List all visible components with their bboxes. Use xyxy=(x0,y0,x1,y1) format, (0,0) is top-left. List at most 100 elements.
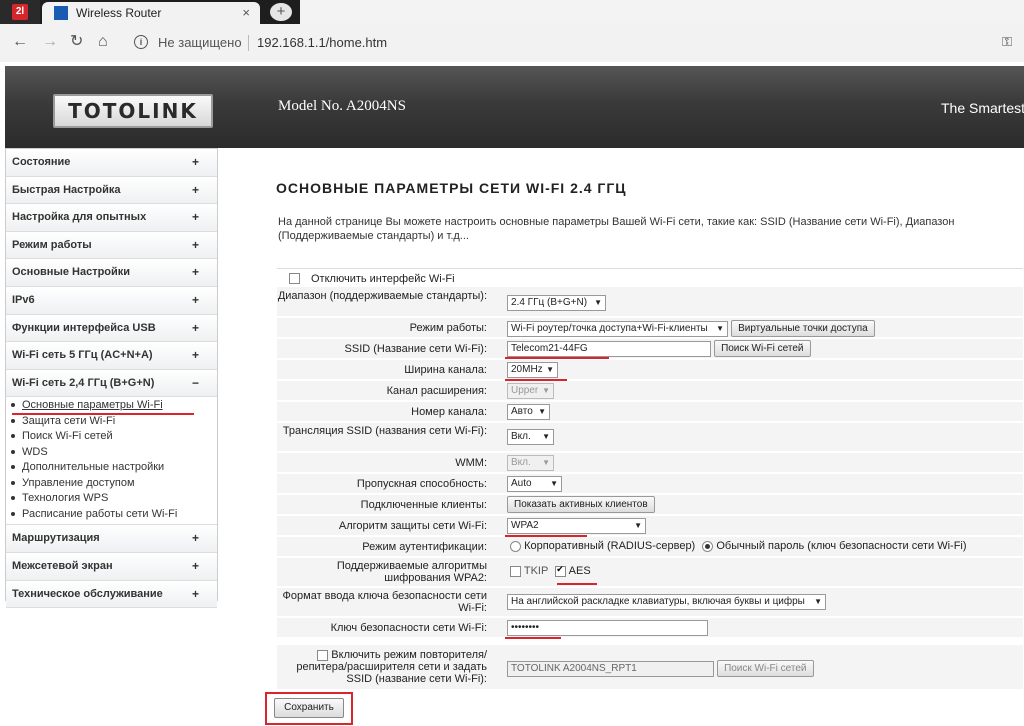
ssid-broadcast-select[interactable]: Вкл. ▼ xyxy=(507,429,554,445)
auth-enterprise-label: Корпоративный (RADIUS-сервер) xyxy=(524,540,696,552)
wmm-select[interactable]: Вкл. ▼ xyxy=(507,455,554,471)
red-annotation-underline xyxy=(557,583,597,585)
home-icon[interactable]: ⌂ xyxy=(98,34,108,50)
address-bar: ← → ↻ ⌂ i Не защищено 192.168.1.1/home.h… xyxy=(0,24,1024,63)
scan-wifi-button[interactable]: Поиск Wi-Fi сетей xyxy=(714,340,811,357)
expand-icon[interactable]: + xyxy=(192,238,199,252)
encryption-select[interactable]: WPA2 ▼ xyxy=(507,518,646,534)
save-button[interactable]: Сохранить xyxy=(274,698,344,718)
sidebar-item-maintenance[interactable]: Техническое обслуживание + xyxy=(6,580,217,609)
submenu-item-wps[interactable]: Технология WPS xyxy=(10,492,108,504)
sidebar-item-usb[interactable]: Функции интерфейса USB + xyxy=(6,314,217,343)
close-tab-icon[interactable]: × xyxy=(242,5,250,20)
active-tab[interactable]: Wireless Router × xyxy=(42,2,260,24)
encryption-value: WPA2 xyxy=(511,520,539,531)
sidebar-item-routing[interactable]: Маршрутизация + xyxy=(6,525,217,553)
wmm-label: WMM: xyxy=(455,457,487,469)
expand-icon[interactable]: + xyxy=(192,293,199,307)
sidebar-item-quick-setup[interactable]: Быстрая Настройка + xyxy=(6,176,217,205)
disable-wifi-label: Отключить интерфейс Wi-Fi xyxy=(311,273,455,285)
wifi-settings-form: Отключить интерфейс Wi-Fi Диапазон (подд… xyxy=(277,268,1023,689)
expand-icon[interactable]: + xyxy=(192,321,199,335)
row-ssid-broadcast: Трансляция SSID (названия сети Wi-Fi): В… xyxy=(277,423,1023,451)
back-icon[interactable]: ← xyxy=(12,34,28,50)
expand-icon[interactable]: + xyxy=(192,587,199,601)
extension-channel-select[interactable]: Upper ▼ xyxy=(507,383,554,399)
key-icon[interactable]: ⚿ xyxy=(1002,34,1012,50)
repeater-ssid-input[interactable]: TOTOLINK A2004NS_RPT1 xyxy=(507,661,714,677)
pinned-tab[interactable]: 2l xyxy=(0,0,40,24)
sidebar-item-operation-mode[interactable]: Режим работы + xyxy=(6,231,217,260)
key-format-value: На английской раскладке клавиатуры, вклю… xyxy=(511,596,805,607)
info-icon[interactable]: i xyxy=(134,35,148,49)
expand-icon[interactable]: + xyxy=(192,265,199,279)
sidebar-item-label: Маршрутизация xyxy=(12,532,100,545)
channel-number-select[interactable]: Авто ▼ xyxy=(507,404,550,420)
ssid-input[interactable]: Telecom21-44FG xyxy=(507,341,711,357)
mode-label: Режим работы: xyxy=(409,322,487,334)
submenu-item-access-control[interactable]: Управление доступом xyxy=(11,477,135,489)
expand-icon[interactable]: + xyxy=(192,531,199,545)
sidebar-item-ipv6[interactable]: IPv6 + xyxy=(6,286,217,315)
sidebar-item-basic-settings[interactable]: Основные Настройки + xyxy=(6,259,217,287)
key-format-select[interactable]: На английской раскладке клавиатуры, вклю… xyxy=(507,594,826,610)
reload-icon[interactable]: ↻ xyxy=(70,34,83,50)
chevron-down-icon: ▼ xyxy=(550,479,558,488)
row-mode: Режим работы: Wi-Fi роутер/точка доступа… xyxy=(277,318,1023,337)
browser-tab-strip: 2l Wireless Router × + xyxy=(0,0,1024,24)
sidebar-item-wifi-5ghz[interactable]: Wi-Fi сеть 5 ГГц (AC+N+A) + xyxy=(6,342,217,370)
expand-icon[interactable]: + xyxy=(192,210,199,224)
row-key-format: Формат ввода ключа безопасности сети Wi-… xyxy=(277,588,1023,616)
sidebar-item-label: Wi-Fi сеть 2,4 ГГц (B+G+N) xyxy=(12,376,155,389)
red-annotation-underline xyxy=(505,357,609,359)
collapse-icon[interactable]: − xyxy=(192,376,199,390)
repeater-scan-button[interactable]: Поиск Wi-Fi сетей xyxy=(717,660,814,677)
sidebar-item-advanced[interactable]: Настройка для опытных + xyxy=(6,204,217,232)
auth-enterprise-radio[interactable] xyxy=(510,540,521,552)
page-header: TOTOLINK Model No. A2004NS The Smartest xyxy=(5,66,1024,148)
submenu-item-schedule[interactable]: Расписание работы сети Wi-Fi xyxy=(10,508,177,520)
submenu-item-basic-wifi[interactable]: Основные параметры Wi-Fi xyxy=(11,399,163,411)
submenu-item-security[interactable]: Защита сети Wi-Fi xyxy=(10,415,115,427)
url-text[interactable]: 192.168.1.1/home.htm xyxy=(257,35,387,50)
row-extension-channel: Канал расширения: Upper ▼ xyxy=(277,381,1023,400)
row-repeater: Включить режим повторителя/репитера/расш… xyxy=(277,645,1023,689)
submenu-item-advanced[interactable]: Дополнительные настройки xyxy=(10,461,164,473)
band-select[interactable]: 2.4 ГГц (B+G+N) ▼ xyxy=(507,295,606,311)
expand-icon[interactable]: + xyxy=(192,183,199,197)
sidebar-item-firewall[interactable]: Межсетевой экран + xyxy=(6,552,217,581)
new-tab-icon[interactable]: + xyxy=(270,3,292,21)
sidebar-item-label: Настройка для опытных xyxy=(12,211,147,224)
auth-personal-radio[interactable] xyxy=(702,540,714,552)
url-field[interactable]: i Не защищено 192.168.1.1/home.htm ⚿ xyxy=(126,30,1016,56)
security-label: Не защищено xyxy=(158,35,242,50)
expand-icon[interactable]: + xyxy=(192,348,199,362)
expand-icon[interactable]: + xyxy=(192,155,199,169)
expand-icon[interactable]: + xyxy=(192,559,199,573)
sidebar-item-label: Основные Настройки xyxy=(12,266,131,279)
channel-width-select[interactable]: 20MHz ▼ xyxy=(507,362,558,378)
disable-wifi-checkbox[interactable] xyxy=(289,273,300,284)
rate-select[interactable]: Auto ▼ xyxy=(507,476,562,492)
tkip-checkbox[interactable] xyxy=(510,565,521,577)
extension-channel-label: Канал расширения: xyxy=(386,385,487,397)
chevron-down-icon: ▼ xyxy=(634,521,642,530)
page-title: ОСНОВНЫЕ ПАРАМЕТРЫ СЕТИ WI-FI 2.4 ГГЦ xyxy=(276,180,627,196)
channel-number-value: Авто xyxy=(511,406,533,417)
sidebar-item-wifi-24ghz[interactable]: Wi-Fi сеть 2,4 ГГц (B+G+N) − xyxy=(6,369,217,398)
row-cipher: Поддерживаемые алгоритмы шифрования WPA2… xyxy=(277,558,1023,586)
sidebar-menu: Состояние + Быстрая Настройка + Настройка … xyxy=(5,148,218,609)
repeater-checkbox[interactable] xyxy=(317,649,329,661)
sidebar-item-status[interactable]: Состояние + xyxy=(6,149,217,177)
row-rate: Пропускная способность: Auto ▼ xyxy=(277,474,1023,493)
band-label: Диапазон (поддерживаемые стандарты): xyxy=(277,290,487,302)
aes-checkbox[interactable] xyxy=(555,564,567,577)
submenu-item-scan[interactable]: Поиск Wi-Fi сетей xyxy=(11,430,113,442)
forward-icon[interactable]: → xyxy=(42,34,58,50)
mode-select[interactable]: Wi-Fi роутер/точка доступа+Wi-Fi-клиенты… xyxy=(507,321,728,337)
virtual-ap-button[interactable]: Виртуальные точки доступа xyxy=(731,320,875,337)
band-value: 2.4 ГГц (B+G+N) xyxy=(511,297,588,308)
submenu-item-wds[interactable]: WDS xyxy=(11,446,48,458)
security-key-input[interactable]: •••••••• xyxy=(507,620,708,636)
show-clients-button[interactable]: Показать активных клиентов xyxy=(507,496,655,513)
